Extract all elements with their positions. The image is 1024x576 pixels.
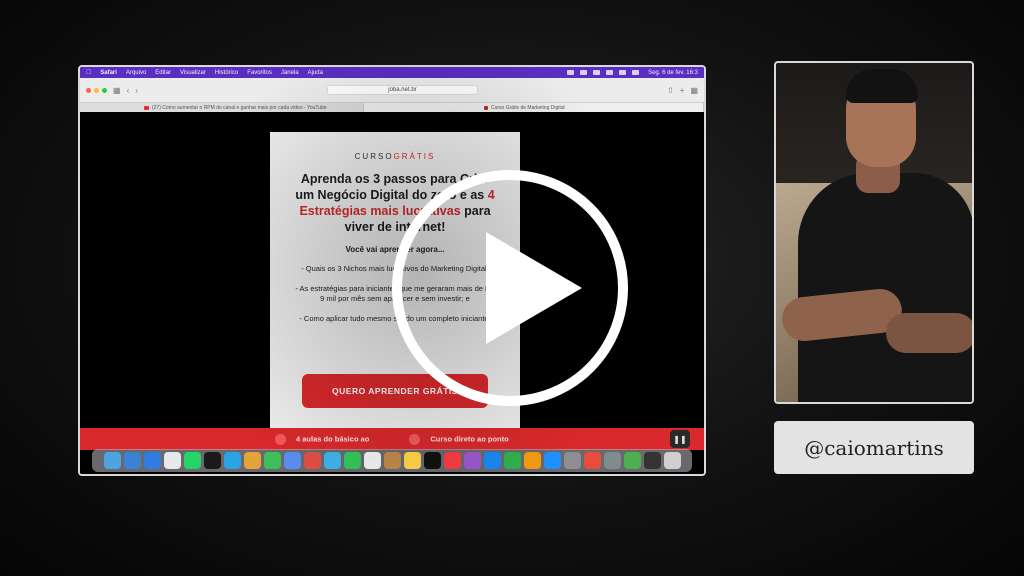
presenter-handle: @caiomartins [774, 421, 974, 474]
whatsapp-icon [183, 452, 201, 469]
presenter-hair [846, 69, 918, 103]
tab-curso: Curso Grátis de Marketing Digital [364, 103, 704, 112]
status-icons [567, 70, 640, 75]
presenter-webcam [774, 61, 974, 404]
safari-icon [143, 452, 161, 469]
menu-historico: Histórico [209, 69, 238, 76]
pause-icon: ❚❚ [670, 430, 690, 448]
feature-curso: Curso direto ao ponto [409, 433, 509, 445]
presenter-hand [886, 313, 972, 353]
chrome-icon [163, 452, 181, 469]
tab-curso-label: Curso Grátis de Marketing Digital [491, 104, 565, 111]
keynote-icon [483, 452, 501, 469]
tab-overview-icon: ▦ [690, 85, 698, 95]
target-icon [409, 433, 421, 445]
menu-favoritos: Favoritos [241, 69, 272, 76]
new-tab-icon: + [679, 85, 685, 95]
recorder-icon [203, 452, 221, 469]
podcasts-icon [463, 452, 481, 469]
tab-bar: (27) Como aumentar o RPM do canal e ganh… [80, 103, 704, 112]
url-text: joba.net.br [327, 85, 478, 95]
video-stage:  Safari Arquivo Editar Visualizar Histó… [0, 0, 1024, 576]
site-favicon [484, 105, 488, 110]
contacts-icon [383, 452, 401, 469]
tab-youtube: (27) Como aumentar o RPM do canal e ganh… [80, 103, 364, 112]
play-icon [486, 232, 582, 344]
play-button[interactable] [392, 170, 628, 406]
menubar-clock: Seg. 6 de fev. 16:3 [648, 69, 698, 76]
safari-toolbar: ▦ ‹ › joba.net.br ⇧ + ▦ [80, 78, 704, 103]
mail-icon [283, 452, 301, 469]
tab-youtube-label: (27) Como aumentar o RPM do canal e ganh… [152, 104, 327, 111]
menu-editar: Editar [150, 69, 171, 76]
presenter-torso [798, 173, 972, 402]
telegram-icon [223, 452, 241, 469]
macos-menubar:  Safari Arquivo Editar Visualizar Histó… [80, 67, 704, 78]
feature-aulas: 4 aulas do básico ao [275, 433, 369, 445]
messages-icon [263, 452, 281, 469]
menu-visualizar: Visualizar [174, 69, 206, 76]
settings-icon [563, 452, 581, 469]
app-icon [243, 452, 261, 469]
calendar-icon [363, 452, 381, 469]
pages-icon [523, 452, 541, 469]
photos-icon [303, 452, 321, 469]
window-controls [86, 87, 107, 93]
sidebar-icon: ▦ [113, 85, 121, 95]
finder-icon [103, 452, 121, 469]
preview-icon [603, 452, 621, 469]
app-store-icon [543, 452, 561, 469]
maps-icon [323, 452, 341, 469]
launchpad-icon [123, 452, 141, 469]
macos-dock [92, 449, 692, 472]
youtube-icon [144, 105, 149, 110]
menu-janela: Janela [275, 69, 299, 76]
terminal-icon [643, 452, 661, 469]
feature-band: 4 aulas do básico ao Curso direto ao pon… [80, 428, 704, 450]
minimize-icon [94, 87, 99, 93]
numbers-icon [503, 452, 521, 469]
address-bar: joba.net.br [144, 85, 661, 95]
forward-icon: › [135, 85, 138, 95]
zoom-icon [102, 87, 107, 93]
screen-icon [623, 452, 641, 469]
menu-arquivo: Arquivo [120, 69, 146, 76]
music-icon [443, 452, 461, 469]
card-kicker: CURSOGRÁTIS [354, 152, 436, 161]
share-icon: ⇧ [667, 85, 674, 95]
close-icon [86, 87, 91, 93]
facetime-icon [343, 452, 361, 469]
notes-icon [403, 452, 421, 469]
gmail-icon [583, 452, 601, 469]
menu-safari: Safari [95, 69, 117, 76]
menu-ajuda: Ajuda [302, 69, 323, 76]
tv-icon [423, 452, 441, 469]
apple-icon:  [86, 69, 91, 76]
back-icon: ‹ [126, 85, 130, 95]
video-icon [275, 433, 286, 445]
trash-icon [663, 452, 681, 469]
